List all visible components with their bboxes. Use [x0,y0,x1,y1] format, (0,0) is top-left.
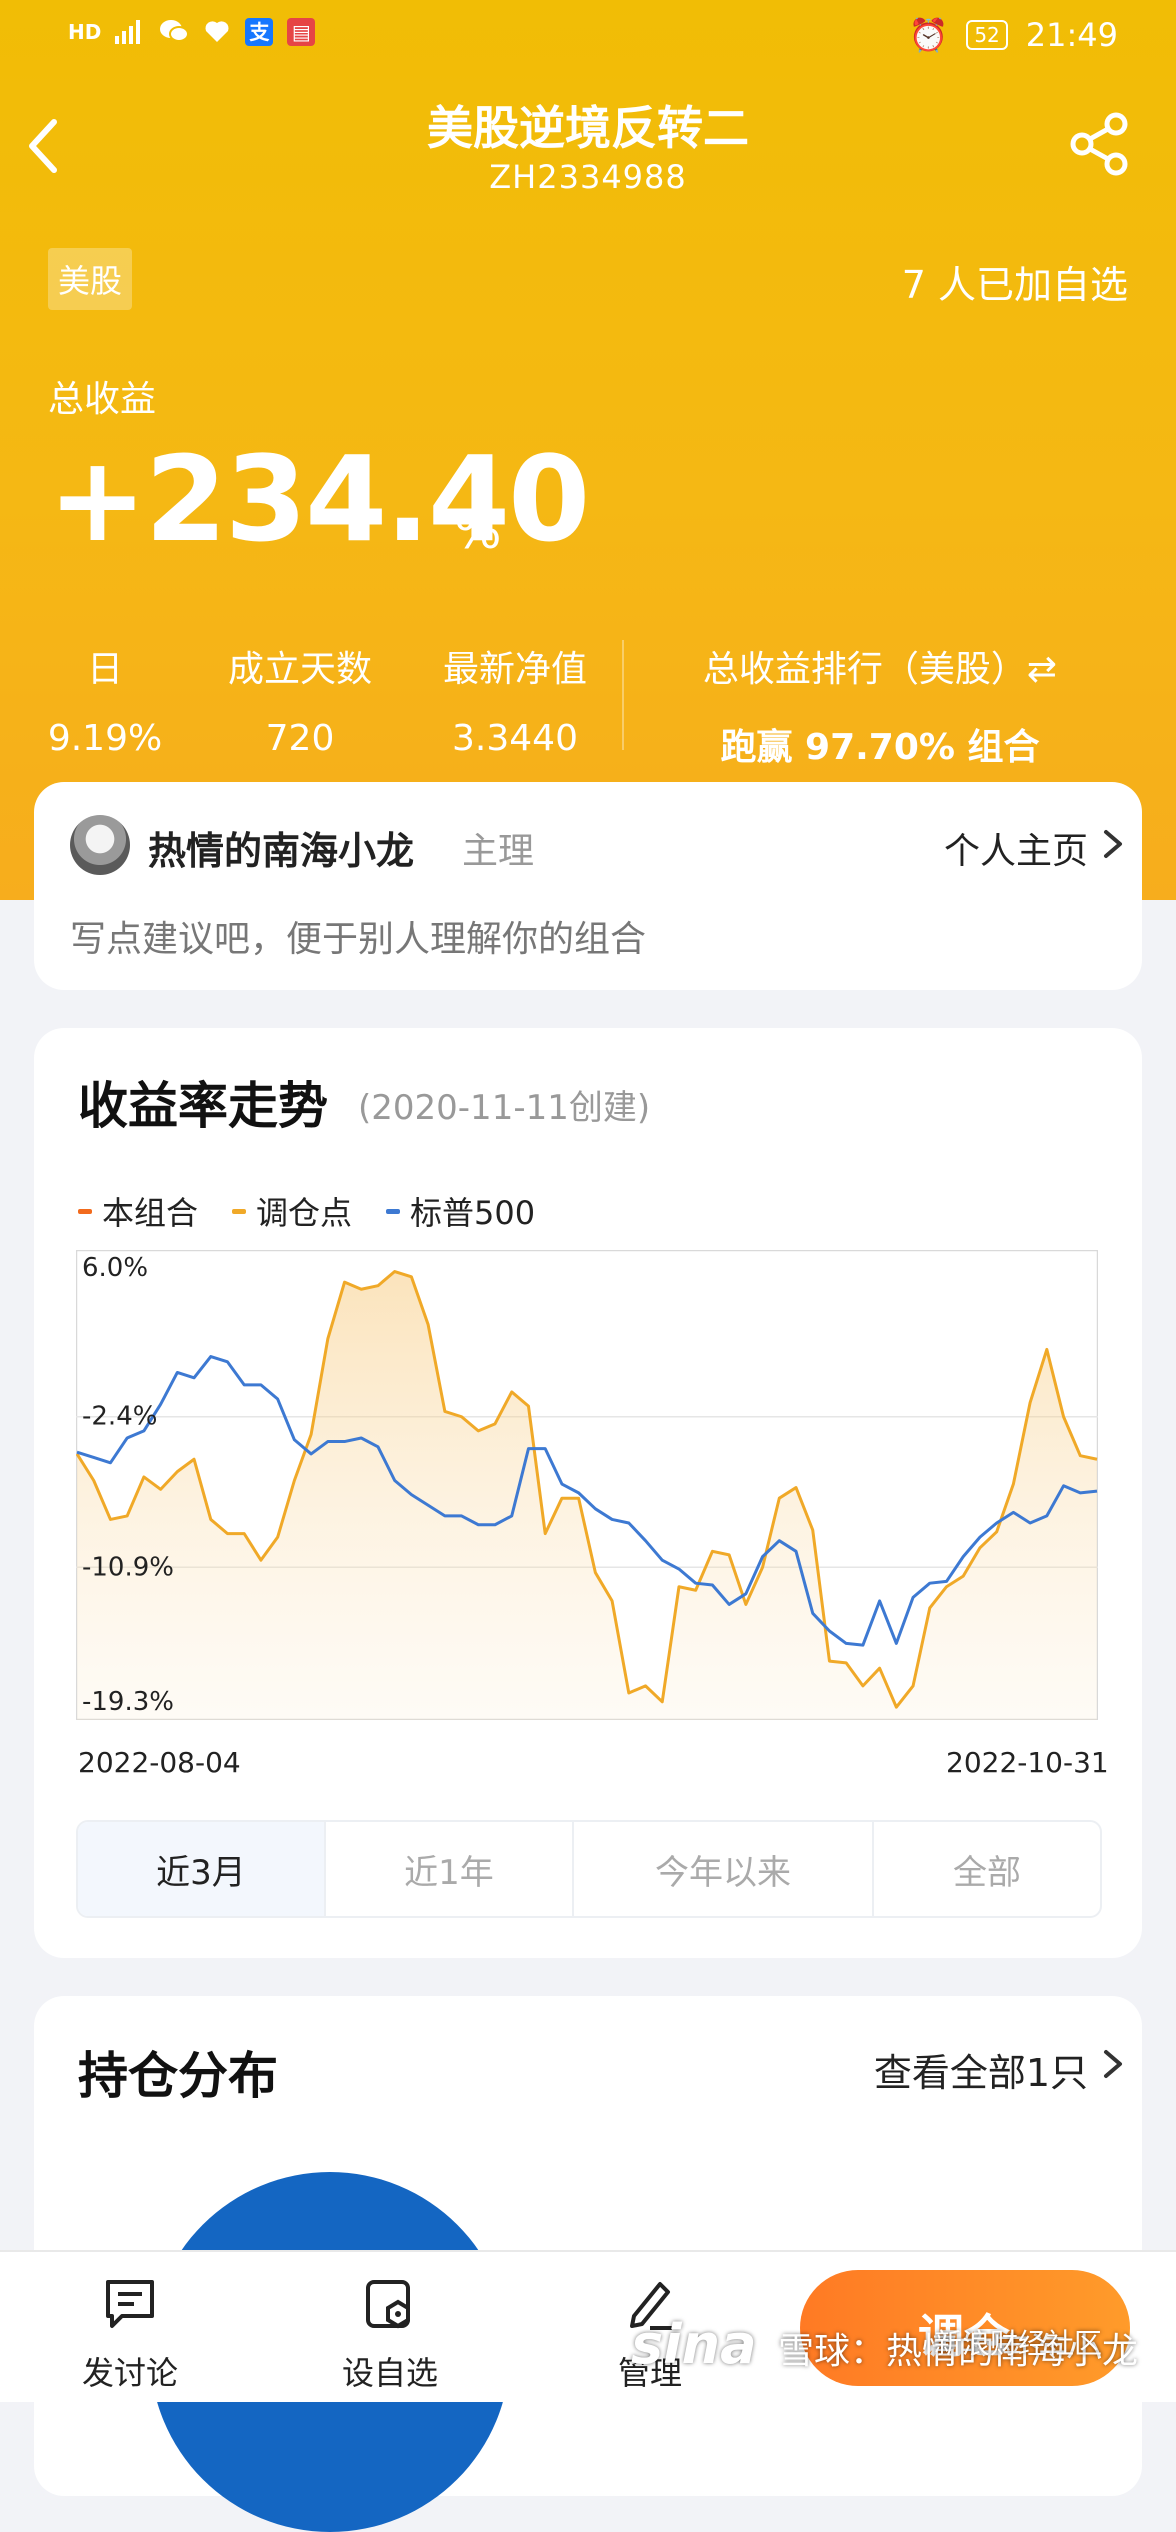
add-watchlist-label: 设自选 [341,2354,438,2392]
legend-rebalance-label: 调仓点 [256,1194,353,1232]
stat-label: 总收益排行（美股）⇄ [702,649,1058,690]
status-bar: HD 支 ▤ ⏰ 52 21:49 [0,0,1176,70]
view-all-holdings-link[interactable]: 查看全部1只 [874,2042,1088,2097]
watermark-line1: 新浪财经社区 [934,2327,1103,2360]
profile-link[interactable]: 个人主页 [944,822,1088,874]
battery-indicator: 52 [966,20,1008,50]
x-axis-start-label: 2022-08-04 [78,1746,241,1779]
chart-legend: 本组合 调仓点 标普500 [78,1188,535,1234]
stat-value: 3.3440 [452,718,578,759]
comment-icon [106,2280,154,2328]
stat-label: 日 [86,649,123,690]
stat-label: 最新净值 [442,649,587,690]
alarm-icon: ⏰ [908,16,949,54]
chevron-right-icon[interactable] [1098,2044,1128,2084]
status-left-icons: HD 支 ▤ [68,18,316,46]
market-tag: 美股 [48,248,133,310]
discuss-button[interactable]: 发讨论 [70,2274,190,2394]
y-tick-label: -10.9% [82,1552,174,1582]
stat-nav: 最新净值 3.3440 [425,640,605,759]
alipay-icon: 支 [245,18,274,46]
x-axis-end-label: 2022-10-31 [946,1746,1109,1779]
legend-sp500-swatch [386,1208,401,1214]
clock: 21:49 [1025,16,1118,54]
portfolio-code: ZH2334988 [489,158,687,196]
legend-sp500-label: 标普500 [410,1194,536,1232]
stat-value: 720 [265,718,335,759]
tab-all[interactable]: 全部 [874,1822,1100,1916]
portfolio-description[interactable]: 写点建议吧，便于别人理解你的组合 [70,910,646,962]
chart-created-date: (2020-11-11创建) [358,1088,651,1128]
avatar[interactable] [70,815,130,875]
y-tick-label: -19.3% [82,1687,174,1717]
stat-days: 成立天数 720 [210,640,390,759]
manager-name[interactable]: 热情的南海小龙 [148,820,414,875]
total-return-value: +234.40 [48,430,590,568]
legend-sp500: 标普500 [386,1188,535,1234]
wechat-icon [159,18,190,46]
chevron-right-icon[interactable] [1098,824,1128,864]
period-tabs: 近3月 近1年 今年以来 全部 [76,1820,1102,1918]
tab-year-to-date[interactable]: 今年以来 [574,1822,874,1916]
manager-role: 主理 [462,831,535,872]
chart-title: 收益率走势 [78,1077,328,1135]
stat-daily: 日 9.19% [40,640,170,759]
sina-logo: sina [630,2313,757,2376]
y-tick-label: 6.0% [82,1253,148,1283]
discuss-label: 发讨论 [81,2354,178,2392]
total-return-label: 总收益 [48,379,157,420]
total-return-unit: % [454,502,502,560]
heart-icon [203,18,231,46]
hd-icon: HD [68,20,102,44]
return-chart[interactable]: 6.0% -2.4% -10.9% -19.3% [76,1250,1098,1720]
add-watchlist-button[interactable]: 设自选 [330,2274,450,2394]
stat-label: 成立天数 [227,649,372,690]
legend-portfolio-label: 本组合 [102,1194,199,1232]
page-title: 美股逆境反转二 [427,101,749,155]
signal-icon [115,18,145,46]
stat-divider [622,640,624,750]
stat-ranking[interactable]: 总收益排行（美股）⇄ 跑赢 97.70% 组合 [650,640,1110,770]
legend-rebalance-swatch [232,1208,247,1214]
legend-portfolio-swatch [78,1208,92,1214]
tab-1-year[interactable]: 近1年 [326,1822,574,1916]
legend-rebalance: 调仓点 [232,1188,352,1234]
status-right: ⏰ 52 21:49 [908,16,1118,54]
tab-3-months[interactable]: 近3月 [78,1822,326,1916]
stat-value: 跑赢 97.70% 组合 [720,727,1040,768]
holdings-title: 持仓分布 [78,2047,278,2105]
stat-value: 9.19% [47,718,163,759]
watchlist-icon [366,2280,410,2329]
share-icon[interactable] [1066,108,1136,178]
legend-portfolio: 本组合 [78,1188,198,1234]
y-tick-label: -2.4% [82,1402,157,1432]
followers-count: 7 人已加自选 [901,263,1128,307]
book-icon: ▤ [287,18,316,46]
